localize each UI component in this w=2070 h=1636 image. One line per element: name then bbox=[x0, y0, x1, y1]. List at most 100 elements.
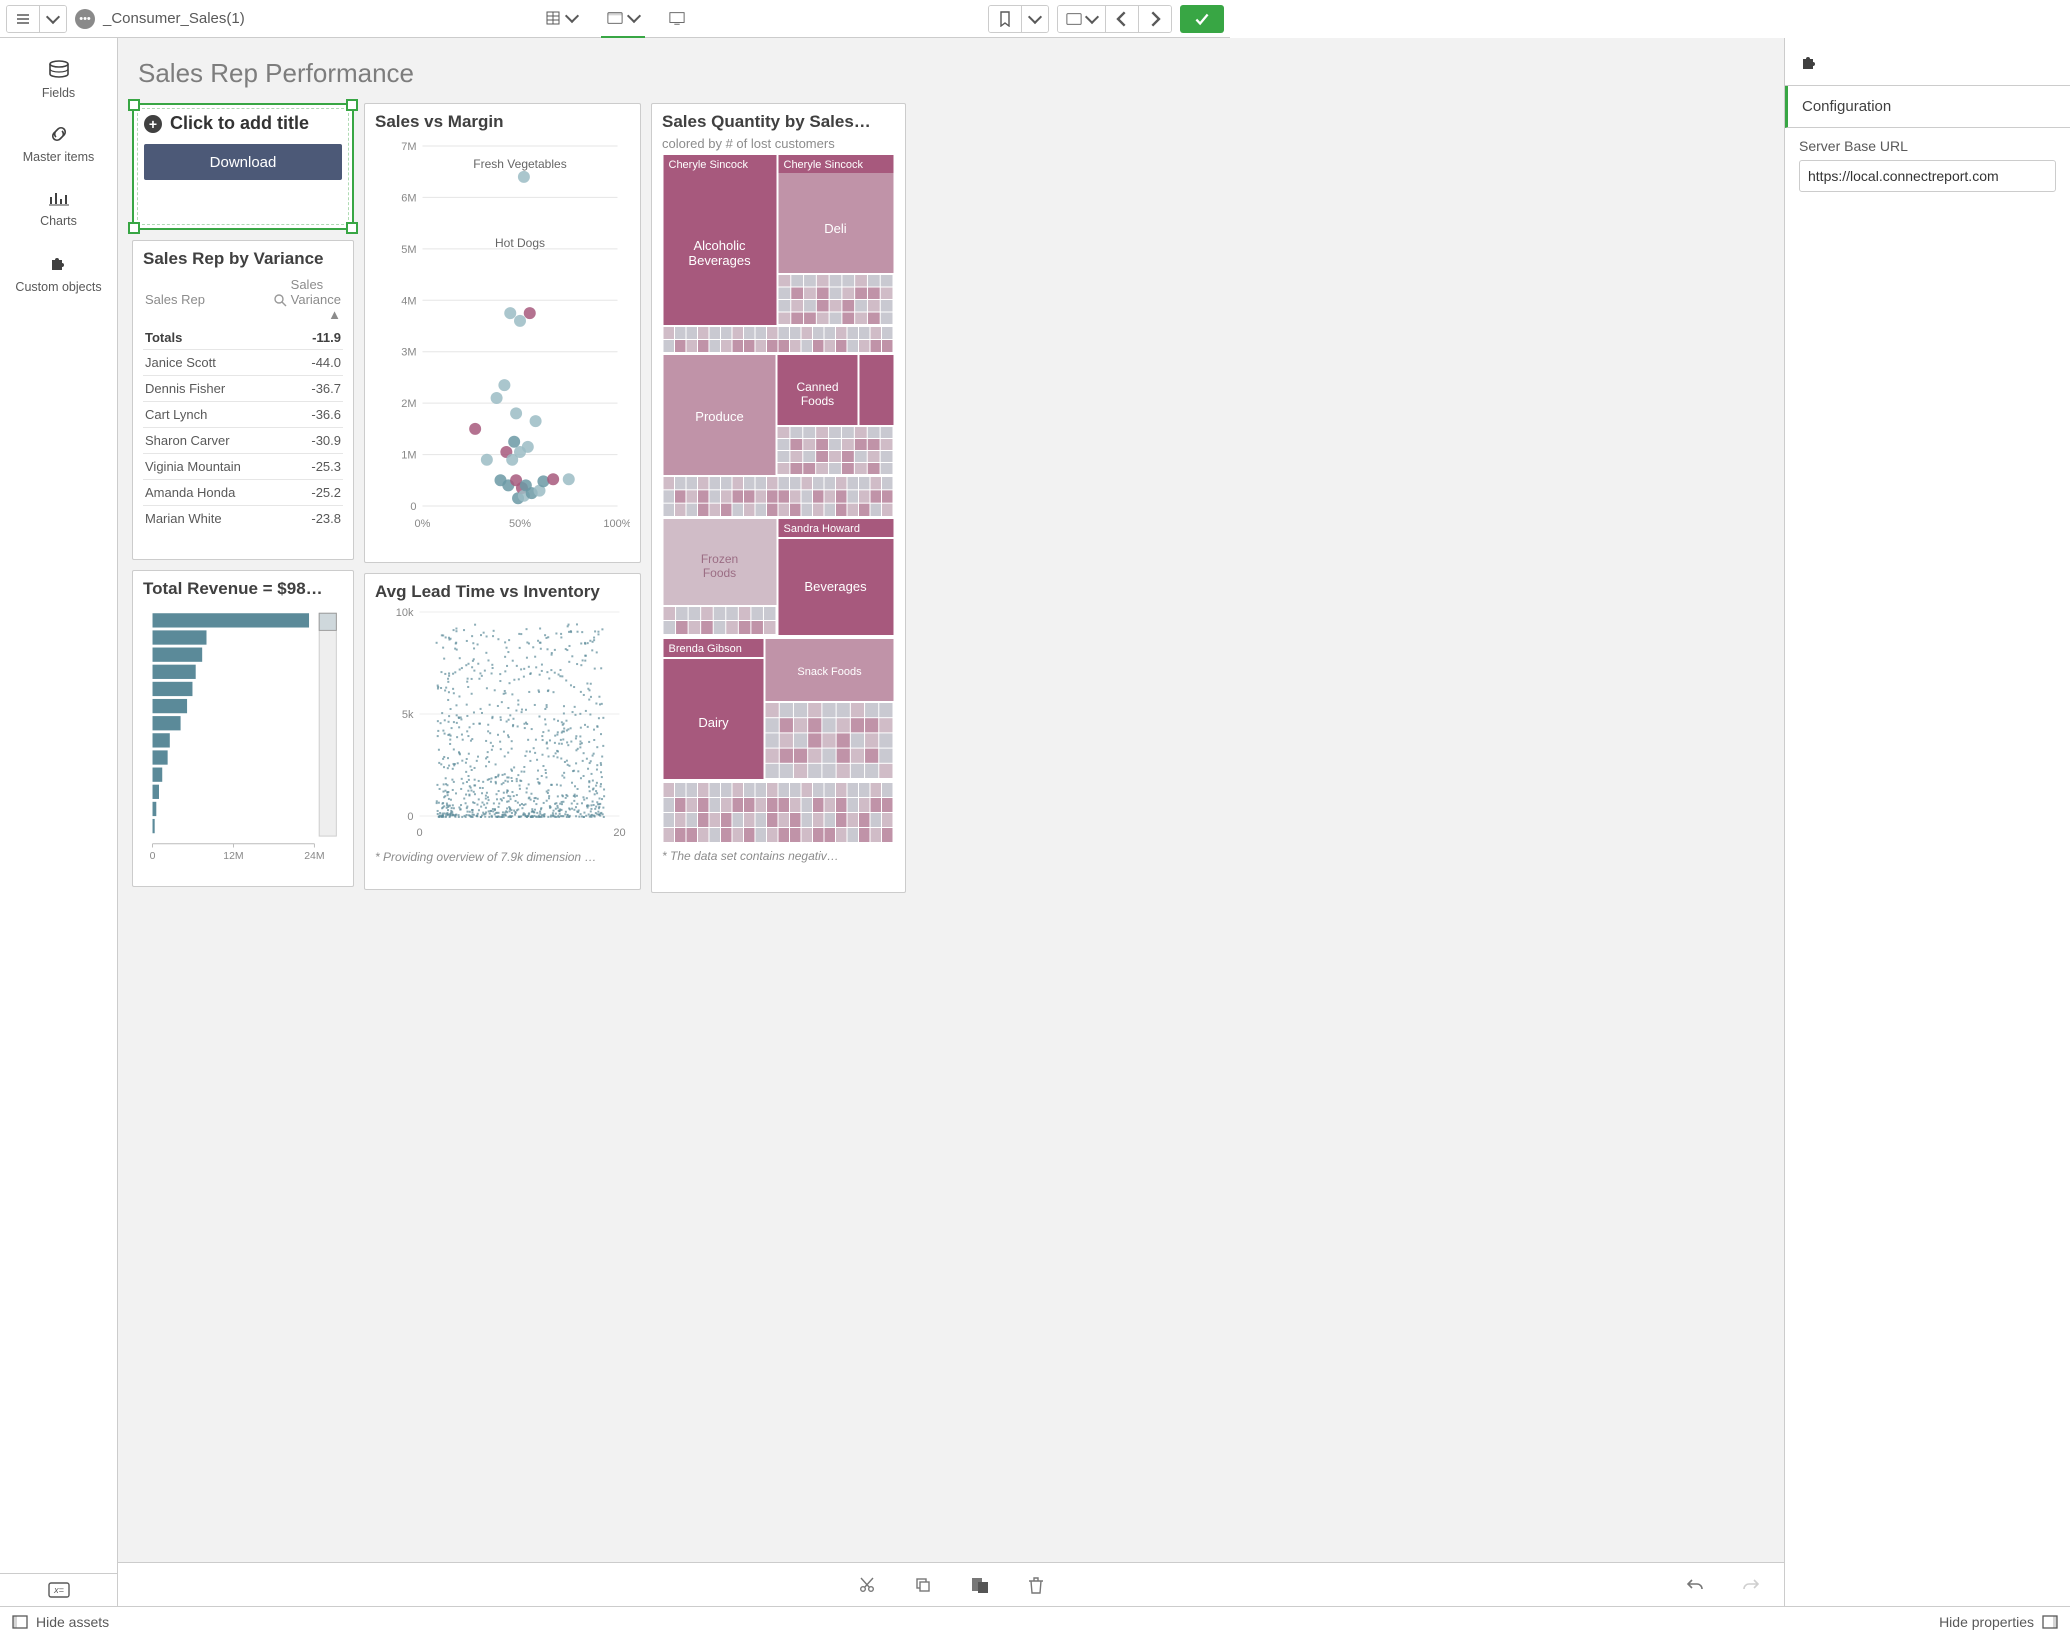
table-row[interactable]: Janice Scott-44.0 bbox=[143, 350, 343, 376]
svg-text:4M: 4M bbox=[401, 295, 416, 307]
panel-left-icon bbox=[12, 1615, 28, 1629]
treemap-title: Sales Quantity by Sales… bbox=[662, 112, 895, 132]
table-row[interactable]: Dennis Fisher-36.7 bbox=[143, 376, 343, 402]
table-row[interactable]: Sharon Carver-30.9 bbox=[143, 428, 343, 454]
prev-sheet-button[interactable] bbox=[1105, 6, 1138, 32]
server-url-input[interactable] bbox=[1799, 160, 2056, 192]
svg-text:Alcoholic: Alcoholic bbox=[693, 238, 746, 253]
paste-button[interactable] bbox=[964, 1575, 996, 1595]
hide-assets-button[interactable]: Hide assets bbox=[12, 1614, 109, 1630]
lead-inv-chart: 05k10k020 bbox=[375, 606, 630, 846]
hamburger-icon[interactable] bbox=[7, 6, 39, 32]
svg-text:0: 0 bbox=[150, 851, 156, 862]
sheet-canvas[interactable]: Sales Rep Performance + Click to add tit… bbox=[118, 38, 1784, 1606]
table-row[interactable]: Cart Lynch-36.6 bbox=[143, 402, 343, 428]
database-icon bbox=[47, 60, 71, 80]
plus-circle-icon: + bbox=[144, 115, 162, 133]
trash-icon bbox=[1028, 1576, 1044, 1594]
svg-text:20: 20 bbox=[613, 827, 625, 839]
svg-text:12M: 12M bbox=[223, 851, 243, 862]
svg-text:Deli: Deli bbox=[824, 221, 847, 236]
copy-button[interactable] bbox=[908, 1575, 938, 1595]
treemap-card[interactable]: Sales Quantity by Sales… colored by # of… bbox=[651, 103, 906, 893]
rail-fields[interactable]: Fields bbox=[0, 50, 117, 110]
table-row[interactable]: Viginia Mountain-25.3 bbox=[143, 454, 343, 480]
panel-right-icon bbox=[2042, 1615, 2058, 1629]
table-row[interactable]: Marian White-23.8 bbox=[143, 506, 343, 532]
svg-text:x=: x= bbox=[53, 1585, 64, 1595]
rail-variables[interactable]: x= bbox=[0, 1573, 117, 1606]
sheet-title[interactable]: Sales Rep Performance bbox=[138, 58, 1770, 89]
svg-text:Hot Dogs: Hot Dogs bbox=[495, 236, 545, 250]
storytelling-tab[interactable] bbox=[663, 0, 691, 38]
next-sheet-button[interactable] bbox=[1138, 6, 1171, 32]
download-button[interactable]: Download bbox=[144, 144, 342, 180]
chevron-down-icon[interactable] bbox=[39, 6, 66, 32]
top-toolbar: ••• _Consumer_Sales(1) bbox=[0, 0, 1230, 38]
rail-custom-objects[interactable]: Custom objects bbox=[0, 242, 117, 304]
treemap-subtitle: colored by # of lost customers bbox=[662, 136, 895, 151]
lead-inv-card[interactable]: Avg Lead Time vs Inventory 05k10k020 * P… bbox=[364, 573, 641, 890]
svg-text:0: 0 bbox=[410, 501, 416, 513]
footer-bar: Hide assets Hide properties bbox=[0, 1606, 2070, 1636]
barchart-icon bbox=[47, 188, 71, 208]
table-row[interactable]: Amanda Honda-25.2 bbox=[143, 480, 343, 506]
link-icon bbox=[47, 124, 71, 144]
chevron-down-icon[interactable] bbox=[1021, 6, 1048, 32]
revenue-bar-card[interactable]: Total Revenue = $98… 012M24M bbox=[132, 570, 354, 887]
asset-rail: Fields Master items Charts Custom object… bbox=[0, 38, 118, 1606]
variance-table-card[interactable]: Sales Rep by Variance Sales Rep Sales Va… bbox=[132, 240, 354, 560]
cut-button[interactable] bbox=[852, 1575, 882, 1595]
svg-text:50%: 50% bbox=[509, 518, 531, 530]
hide-properties-button[interactable]: Hide properties bbox=[1939, 1614, 2058, 1630]
puzzle-icon bbox=[48, 252, 70, 274]
undo-icon bbox=[1686, 1577, 1704, 1593]
col-sales-rep[interactable]: Sales Rep bbox=[143, 273, 289, 326]
svg-text:100%: 100% bbox=[603, 518, 630, 530]
bookmark-icon[interactable] bbox=[989, 6, 1021, 32]
rail-master-items[interactable]: Master items bbox=[0, 114, 117, 174]
view-mode-tabs bbox=[539, 0, 691, 38]
treemap-chart: Cheryle SincockCheryle SincockAlcoholicB… bbox=[662, 155, 895, 845]
variance-table[interactable]: Sales Rep Sales Variance▲ Totals-11.9 Ja… bbox=[143, 273, 343, 531]
app-title[interactable]: _Consumer_Sales(1) bbox=[103, 10, 245, 27]
sheet-editor-tab[interactable] bbox=[601, 0, 645, 38]
svg-text:3M: 3M bbox=[401, 347, 416, 359]
svg-text:24M: 24M bbox=[304, 851, 324, 862]
svg-text:Cheryle Sincock: Cheryle Sincock bbox=[784, 159, 864, 171]
svg-text:0: 0 bbox=[407, 811, 413, 823]
redo-button[interactable] bbox=[1736, 1576, 1766, 1594]
props-section-configuration[interactable]: Configuration bbox=[1785, 86, 2070, 128]
rail-fields-label: Fields bbox=[4, 86, 113, 100]
sales-margin-card[interactable]: Sales vs Margin 01M2M3M4M5M6M7M0%50%100%… bbox=[364, 103, 641, 563]
sheet-list-button[interactable] bbox=[1058, 6, 1105, 32]
extension-object-selected[interactable]: + Click to add title Download bbox=[132, 103, 354, 230]
svg-text:Fresh Vegetables: Fresh Vegetables bbox=[473, 157, 566, 171]
done-button[interactable] bbox=[1180, 5, 1224, 33]
svg-text:6M: 6M bbox=[401, 192, 416, 204]
edit-toolbar bbox=[118, 1562, 1784, 1606]
puzzle-icon bbox=[1799, 51, 1821, 73]
search-icon[interactable] bbox=[273, 293, 287, 307]
totals-label: Totals bbox=[143, 326, 289, 350]
rail-master-label: Master items bbox=[4, 150, 113, 164]
sheet-nav bbox=[1057, 5, 1172, 33]
rail-charts[interactable]: Charts bbox=[0, 178, 117, 238]
undo-button[interactable] bbox=[1680, 1576, 1710, 1594]
data-manager-tab[interactable] bbox=[539, 0, 583, 38]
revenue-bar-chart: 0 12M 24M bbox=[143, 603, 343, 873]
add-title-placeholder[interactable]: Click to add title bbox=[170, 113, 309, 134]
svg-text:0%: 0% bbox=[415, 518, 431, 530]
rail-custom-label: Custom objects bbox=[4, 280, 113, 294]
svg-text:5k: 5k bbox=[402, 709, 414, 721]
global-menu-button[interactable] bbox=[6, 5, 67, 33]
bookmark-button[interactable] bbox=[988, 5, 1049, 33]
col-variance[interactable]: Sales Variance▲ bbox=[289, 273, 343, 326]
properties-panel: Configuration Server Base URL bbox=[1784, 38, 2070, 1606]
rail-charts-label: Charts bbox=[4, 214, 113, 228]
svg-text:5M: 5M bbox=[401, 244, 416, 256]
delete-button[interactable] bbox=[1022, 1575, 1050, 1595]
copy-icon bbox=[914, 1576, 932, 1594]
svg-text:Foods: Foods bbox=[703, 566, 736, 580]
svg-text:Dairy: Dairy bbox=[698, 715, 729, 730]
